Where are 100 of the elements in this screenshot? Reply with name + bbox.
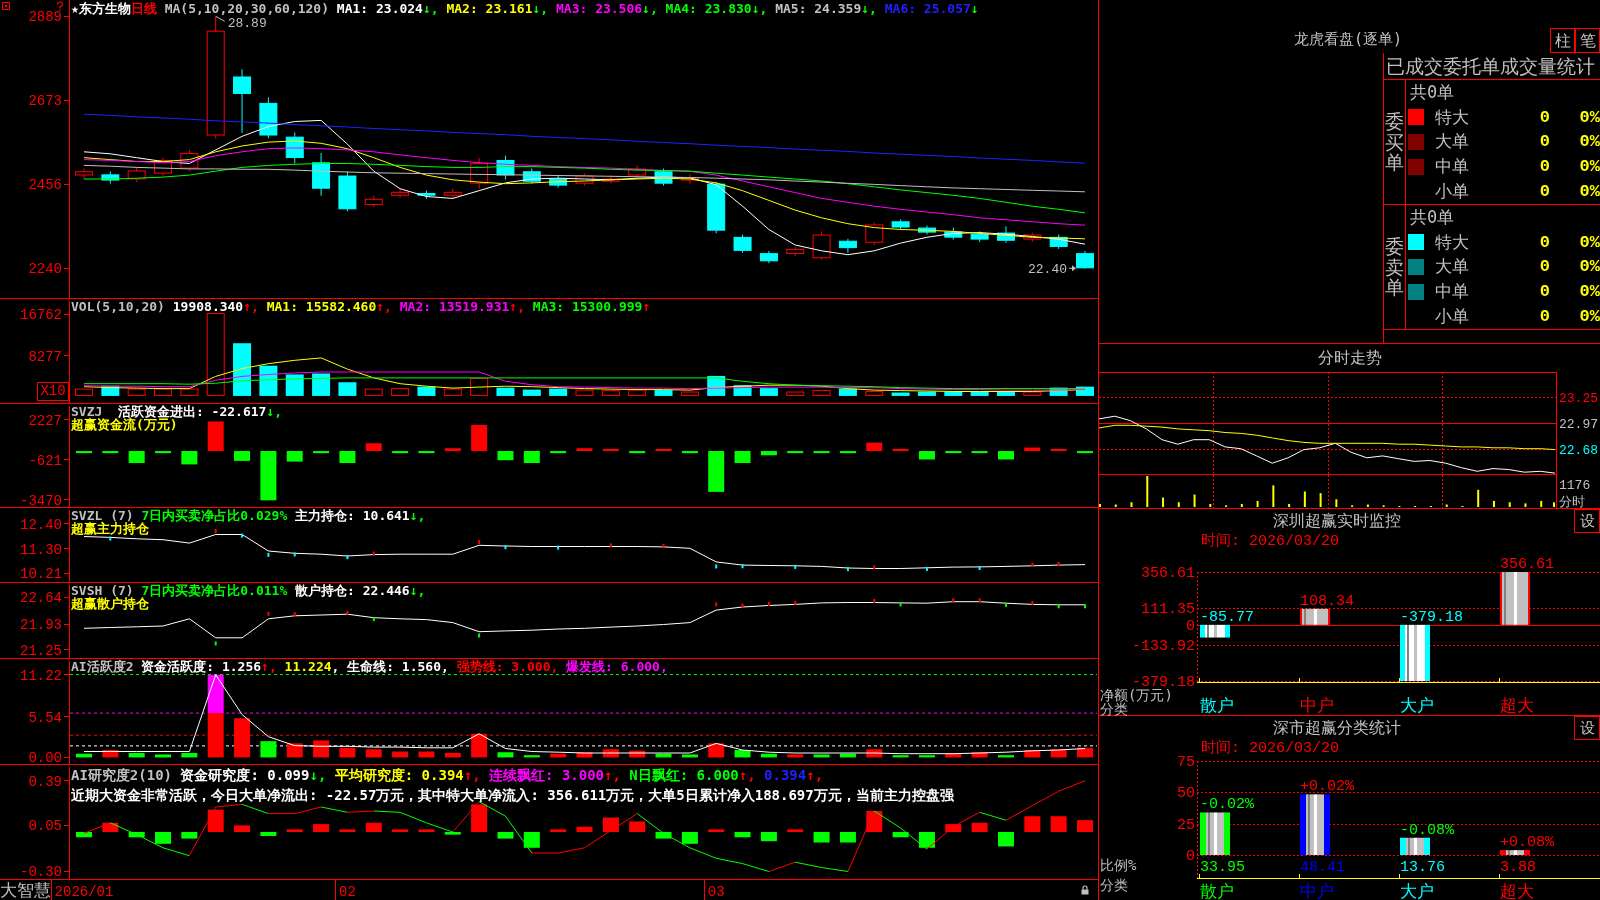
order-size-label: 小单 — [1435, 305, 1469, 329]
axis-tick-label: 21.93 — [20, 617, 62, 634]
legend-text: ↑ — [642, 299, 651, 314]
legend-text: MA(5,10,20,30,60,120) — [163, 1, 329, 16]
axis-tick-label: 2673 — [28, 93, 62, 110]
order-count: 0 — [1539, 232, 1550, 252]
legend-text: ↑, — [463, 767, 481, 783]
axis-tick-label: -3470 — [20, 492, 62, 509]
axis-tick-label: 2889 — [28, 9, 62, 26]
axis-tick-label: 23.25 — [1559, 391, 1598, 407]
legend-text: 平均研究度: 0.394 — [333, 767, 464, 783]
axis-tick-label: -0.30 — [20, 864, 62, 881]
legend-text: ↓, — [309, 767, 327, 783]
legend-text: 7日内买卖净占比0.011% — [141, 583, 288, 598]
legend-text: MA3: 23.506 — [555, 1, 643, 16]
axis-tick-label: 0.05 — [28, 818, 62, 835]
order-count: 0 — [1539, 182, 1550, 202]
legend-text: ↓, — [861, 1, 877, 16]
axis-tick-label: 50 — [1177, 785, 1195, 803]
legend-text: ↓, — [751, 1, 768, 16]
order-size-label: 小单 — [1435, 180, 1469, 204]
legend-text: 活跃资金进出: -22.617 — [117, 404, 267, 419]
legend-text: ↓, — [532, 1, 549, 16]
legend-text: , 生命线: 1.560, — [331, 659, 449, 674]
category-label: 超大 — [1500, 881, 1534, 900]
order-share: 0% — [1579, 282, 1600, 302]
legend-text: 连续飘红: 3.000 — [488, 767, 605, 783]
order-share: 0% — [1579, 232, 1600, 252]
legend-text: 资金研究度: 0.099 — [179, 767, 310, 783]
axis-tick-label: 0.00 — [28, 750, 62, 767]
axis-title: 净额(万元) — [1100, 687, 1173, 703]
category-label: 散户 — [1200, 881, 1234, 900]
table-title: 已成交委托单成交量统计 — [1386, 55, 1595, 77]
order-share: 0% — [1579, 182, 1600, 202]
order-share: 0% — [1579, 257, 1600, 277]
order-size-label: 特大 — [1435, 105, 1469, 129]
value-label: 33.95 — [1200, 859, 1245, 876]
axis-tick-label: 11.30 — [20, 541, 62, 558]
legend-text: ★东方生物 — [71, 1, 131, 16]
legend-text: MA1: 23.024 — [335, 1, 423, 16]
order-size-label: 大单 — [1435, 130, 1469, 154]
order-size-label: 大单 — [1435, 255, 1469, 279]
value-label: -85.77 — [1200, 608, 1254, 626]
value-label: 3.88 — [1500, 859, 1536, 876]
legend-text: ↑, — [261, 659, 277, 674]
legend-text: ↑, — [738, 767, 756, 783]
legend-text: ↑, — [376, 299, 392, 314]
axis-tick-label: 2456 — [28, 177, 62, 194]
axis-title: 分类 — [1100, 877, 1128, 893]
legend-text: MA3: 15300.999 — [531, 299, 643, 314]
order-share: 0% — [1579, 132, 1600, 152]
group-label: 委卖单 — [1385, 235, 1404, 299]
category-label: 大户 — [1400, 881, 1434, 900]
order-size-label: 中单 — [1435, 280, 1469, 304]
value-label: 108.34 — [1300, 592, 1354, 610]
section-title: 分时走势 — [1317, 347, 1382, 369]
value-label: 13.76 — [1400, 859, 1445, 876]
value-label: -379.18 — [1400, 608, 1463, 626]
axis-tick-label: 111.35 — [1141, 601, 1195, 619]
legend-text: ↑, — [604, 767, 621, 783]
order-size-label: 特大 — [1435, 230, 1469, 254]
axis-tick-label: 0 — [1186, 848, 1195, 865]
legend-text: 爆发线: 6.000, — [565, 659, 668, 674]
date-label: 时间: 2026/03/20 — [1201, 740, 1340, 757]
change-label: -0.08% — [1400, 821, 1454, 839]
legend-text: MA4: 23.830 — [664, 1, 752, 16]
legend-text: MA6: 25.057 — [883, 1, 971, 16]
legend-text: 0.394 — [763, 767, 807, 783]
legend-text: VOL(5,10,20) — [71, 299, 165, 314]
axis-tick-label: 2240 — [28, 261, 62, 278]
price-label: 22.40 — [1028, 262, 1067, 278]
legend-text: ↓, — [422, 1, 439, 16]
order-share: 0% — [1579, 157, 1600, 177]
axis-tick-label: 0.39 — [28, 773, 62, 790]
category-label: 中户 — [1300, 695, 1334, 715]
legend-text: AI研究度2(10) — [71, 767, 172, 783]
legend-text: MA2: 13519.931 — [398, 299, 510, 314]
legend-text: ↓, — [409, 583, 426, 598]
order-count: 0 — [1539, 107, 1550, 127]
legend-text: ↑, — [509, 299, 525, 314]
legend-text: ↑, — [243, 299, 259, 314]
order-total: 共0单 — [1410, 80, 1455, 104]
change-label: +0.08% — [1500, 834, 1554, 852]
legend-text: 19908.340 — [171, 299, 244, 314]
axis-tick-label: 2227 — [28, 412, 62, 429]
axis-tick-label: 356.61 — [1141, 565, 1195, 582]
order-total: 共0单 — [1410, 205, 1455, 229]
axis-tick-label: 8277 — [28, 348, 62, 365]
date-label: 时间: 2026/03/20 — [1201, 533, 1340, 550]
legend-text: MA1: 15582.460 — [265, 299, 377, 314]
legend-text: ↓ — [970, 1, 979, 16]
unit-label: X10 — [37, 382, 69, 401]
order-share: 0% — [1579, 307, 1600, 327]
axis-tick-label: 12.40 — [20, 516, 62, 533]
axis-tick-label: 25 — [1177, 816, 1195, 834]
axis-tick-label: 16762 — [20, 307, 62, 324]
volume-max-label: 1176 — [1559, 478, 1591, 493]
legend-text: SVZJ — [71, 404, 103, 419]
order-size-label: 中单 — [1435, 155, 1469, 179]
legend-text: 7日内买卖净占比0.029% — [141, 508, 288, 523]
